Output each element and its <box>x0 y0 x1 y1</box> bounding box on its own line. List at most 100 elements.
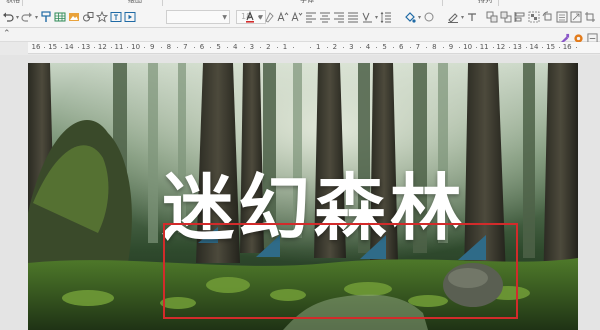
ruler-tick-label: 11 <box>479 43 489 51</box>
ribbon-toolbar: 表格 绘图 字体 排列 ▾ ▾ ▼ 18 ▼ ▾ ▾ ▾ ▾ <box>0 0 600 28</box>
media-icon[interactable] <box>124 11 136 23</box>
ruler-tick-label: 15 <box>48 43 58 51</box>
shape-outline-dropdown-icon[interactable]: ▾ <box>461 14 464 21</box>
align-right-icon[interactable] <box>333 11 345 23</box>
bring-forward-icon[interactable] <box>486 11 498 23</box>
ruler-tick-mark <box>326 47 328 48</box>
ruler-tick-mark <box>193 47 195 48</box>
rotate-icon[interactable] <box>542 11 554 23</box>
ruler-tick-mark <box>260 47 262 48</box>
undo-dropdown-icon[interactable]: ▾ <box>16 14 19 21</box>
star-icon[interactable] <box>96 11 109 23</box>
redo-icon[interactable] <box>21 11 33 23</box>
ruler-tick-mark <box>210 47 212 48</box>
ruler-tick-label: 4 <box>365 43 371 51</box>
ruler-tick-label: 3 <box>249 43 255 51</box>
font-name-select[interactable]: ▼ <box>166 10 230 24</box>
text-direction-icon[interactable] <box>361 11 373 23</box>
caption-arrange: 排列 <box>478 0 492 4</box>
ruler-tick-mark <box>243 47 245 48</box>
text-box-icon[interactable] <box>110 11 122 23</box>
ruler-tick-mark <box>392 47 394 48</box>
shape-outline-icon[interactable] <box>447 11 459 23</box>
shapes-icon[interactable] <box>82 11 94 23</box>
justify-icon[interactable] <box>347 11 359 23</box>
ruler-tick-mark <box>143 47 145 48</box>
text-direction-dropdown-icon[interactable]: ▾ <box>375 14 378 21</box>
send-backward-icon[interactable] <box>500 11 512 23</box>
decrease-font-icon[interactable] <box>291 11 303 23</box>
divider <box>22 0 23 6</box>
ruler-tick-label: 2 <box>332 43 338 51</box>
group-icon[interactable] <box>528 11 540 23</box>
align-center-icon[interactable] <box>319 11 331 23</box>
ruler-tick-label: 12 <box>97 43 107 51</box>
ruler-tick-mark <box>226 47 228 48</box>
divider <box>442 0 443 6</box>
ruler-tick-label: 4 <box>232 43 238 51</box>
ruler-tick-mark <box>492 47 494 48</box>
effects-icon[interactable] <box>423 11 435 23</box>
align-objects-icon[interactable] <box>514 11 526 23</box>
picture-icon[interactable] <box>68 11 80 23</box>
ruler-tick-mark <box>94 47 96 48</box>
ruler-tick-mark <box>44 47 46 48</box>
ruler-tick-mark <box>459 47 461 48</box>
ruler-tick-mark <box>542 47 544 48</box>
size-icon[interactable] <box>570 11 582 23</box>
shape-fill-dropdown-icon[interactable]: ▾ <box>418 14 421 21</box>
ruler-tick-mark <box>110 47 112 48</box>
settings-gear-icon[interactable] <box>573 29 584 43</box>
ruler-tick-label: 14 <box>529 43 539 51</box>
ruler-tick-mark <box>309 47 311 48</box>
crop-icon[interactable] <box>584 11 596 23</box>
ruler-tick-label: 5 <box>216 43 221 51</box>
redo-dropdown-icon[interactable]: ▾ <box>35 14 38 21</box>
ruler-tick-mark <box>442 47 444 48</box>
ruler-tick-mark <box>60 47 62 48</box>
table-icon[interactable] <box>54 11 66 23</box>
highlight-icon[interactable] <box>263 11 275 23</box>
format-painter-icon[interactable] <box>40 11 52 23</box>
quick-access-bar: ⌃ <box>0 28 600 44</box>
increase-font-icon[interactable] <box>277 11 289 23</box>
shape-fill-icon[interactable] <box>404 11 416 23</box>
ruler-tick-label: 2 <box>266 43 271 51</box>
line-spacing-icon[interactable] <box>380 11 392 23</box>
undo-icon[interactable] <box>2 11 14 23</box>
brush-icon[interactable] <box>559 29 570 44</box>
ruler-tick-label: 9 <box>149 43 155 51</box>
ruler-tick-label: 13 <box>512 43 522 51</box>
ruler-tick-mark <box>475 47 477 48</box>
shape-text-icon[interactable] <box>466 11 478 23</box>
ruler-tick-mark <box>525 47 527 48</box>
ruler-tick-label: 6 <box>199 43 205 51</box>
font-color-icon[interactable] <box>244 11 256 23</box>
slide-canvas: 迷幻森林 <box>0 55 600 330</box>
ruler-tick-mark <box>359 47 361 48</box>
slide[interactable]: 迷幻森林 <box>28 63 578 330</box>
align-left-icon[interactable] <box>305 11 317 23</box>
ruler-tick-label: 15 <box>546 43 556 51</box>
ruler-tick-label: 12 <box>496 43 506 51</box>
caption-drawing: 绘图 <box>128 0 142 4</box>
font-color-dropdown-icon[interactable]: ▾ <box>258 14 261 21</box>
collapse-ribbon-icon[interactable]: ⌃ <box>3 29 11 39</box>
ruler-tick-mark <box>376 47 378 48</box>
expand-icon[interactable] <box>587 29 598 44</box>
caption-table: 表格 <box>6 0 20 4</box>
selection-pane-icon[interactable] <box>556 11 568 23</box>
ruler-tick-mark <box>160 47 162 48</box>
chevron-down-icon: ▼ <box>222 14 227 21</box>
ruler-tick-label: 6 <box>398 43 404 51</box>
ruler-tick-label: 16 <box>31 43 41 51</box>
horizontal-ruler[interactable]: 16 15 14 13 12 11 10 9 8 7 6 5 4 3 2 1 1 2 3 4 5 6 7 8 9 10 11 12 13… <box>28 42 600 54</box>
ruler-tick-label: 10 <box>131 43 141 51</box>
ruler-tick-label: 3 <box>349 43 354 51</box>
selection-rectangle[interactable] <box>163 223 518 319</box>
ruler-tick-mark <box>127 47 129 48</box>
ribbon-group-captions: 表格 绘图 字体 排列 <box>0 0 600 6</box>
ruler-tick-label: 8 <box>166 43 172 51</box>
ruler-tick-mark <box>575 47 577 48</box>
ruler-tick-label: 16 <box>562 43 572 51</box>
